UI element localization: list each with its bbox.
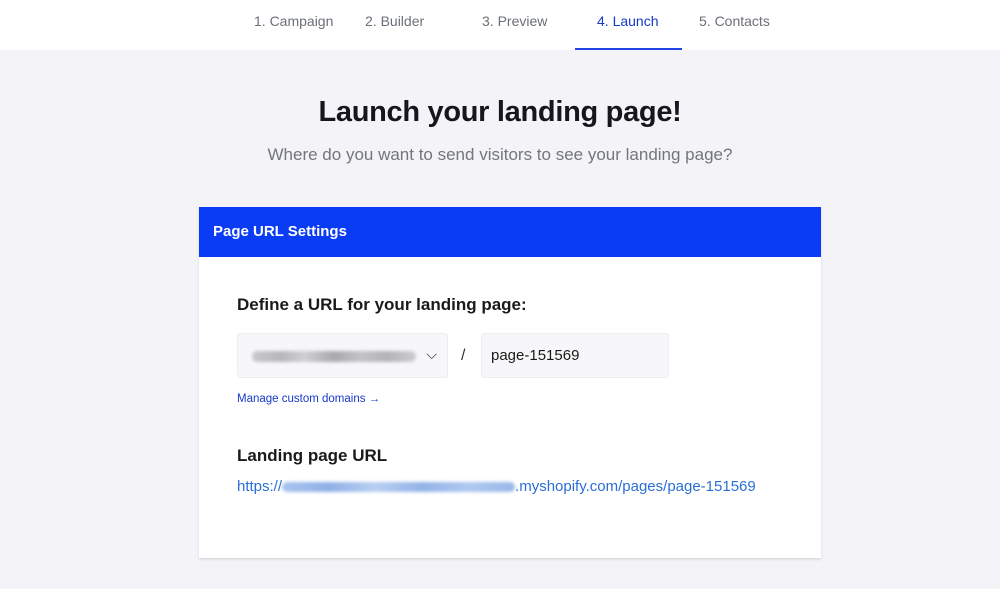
landing-page-url-label: Landing page URL xyxy=(237,446,388,465)
page-subtitle: Where do you want to send visitors to se… xyxy=(267,145,733,164)
card-header: Page URL Settings xyxy=(199,207,821,257)
domain-select[interactable]: ⌵ xyxy=(237,333,448,378)
define-url-label: Define a URL for your landing page: xyxy=(237,295,527,314)
tab-launch[interactable]: 4. Launch xyxy=(575,0,682,50)
landing-page-url-link[interactable]: https:// .myshopify.com/pages/page-151569 xyxy=(237,476,757,498)
path-separator: / xyxy=(461,347,466,364)
url-suffix: .myshopify.com/pages/page-151569 xyxy=(515,478,756,495)
blurred-store-name xyxy=(282,482,516,493)
blurred-domain-value xyxy=(252,351,416,362)
page-title: Launch your landing page! xyxy=(318,96,682,128)
tab-contacts[interactable]: 5. Contacts xyxy=(682,0,792,50)
page-path-input[interactable] xyxy=(481,333,669,378)
manage-custom-domains-link[interactable]: Manage custom domains → xyxy=(237,393,380,405)
page-url-settings-card: Page URL Settings Define a URL for your … xyxy=(199,207,821,558)
top-nav-bar: 1. Campaign 2. Builder 3. Preview 4. Lau… xyxy=(0,0,1000,50)
tab-preview[interactable]: 3. Preview xyxy=(460,0,575,50)
chevron-down-icon: ⌵ xyxy=(426,346,437,362)
url-prefix: https:// xyxy=(237,478,283,495)
step-tabs: 1. Campaign 2. Builder 3. Preview 4. Lau… xyxy=(238,0,792,50)
tab-builder[interactable]: 2. Builder xyxy=(349,0,460,50)
tab-campaign[interactable]: 1. Campaign xyxy=(238,0,349,50)
